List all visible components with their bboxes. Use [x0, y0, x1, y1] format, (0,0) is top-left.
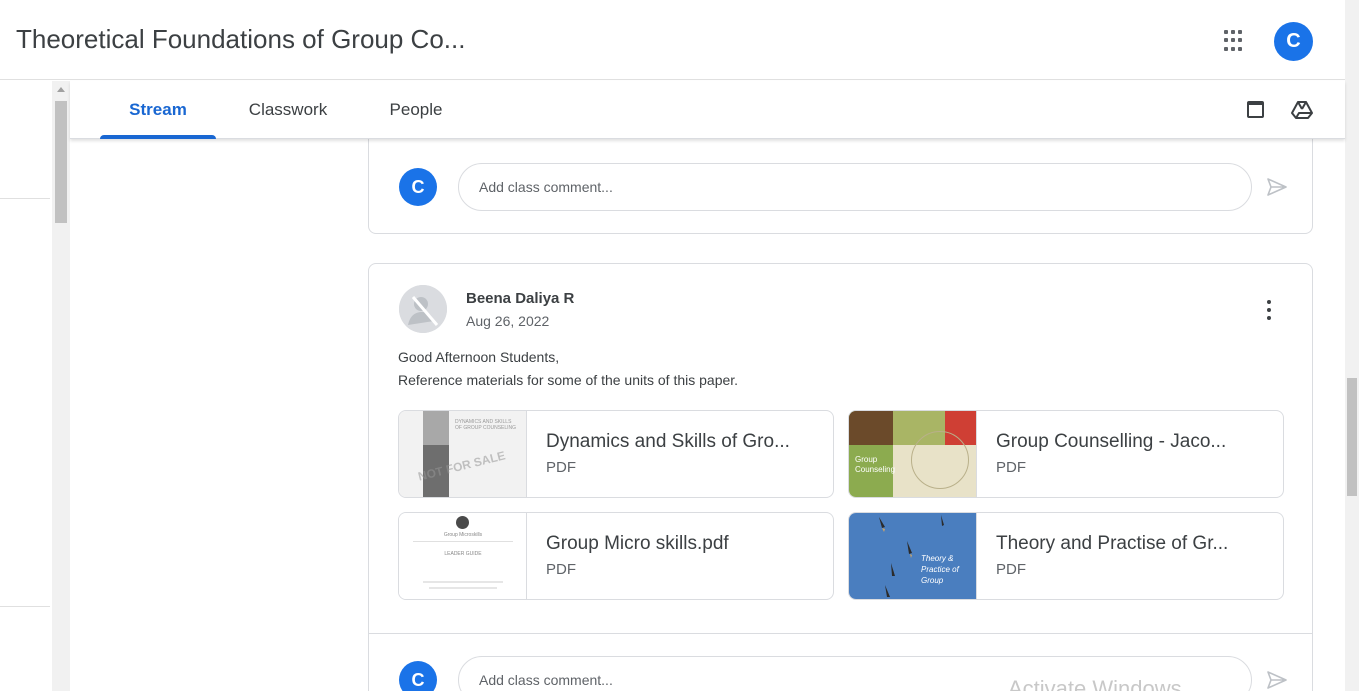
attachment-card[interactable]: Group Microskills LEADER GUIDE Group Mic… — [398, 512, 834, 600]
attachment-title: Theory and Practise of Gr... — [996, 533, 1229, 554]
cover-rule — [423, 581, 503, 583]
default-avatar-icon — [399, 285, 447, 333]
tab-people[interactable]: People — [370, 81, 462, 139]
tabs-bar: Stream Classwork People — [70, 81, 1345, 139]
activate-windows-watermark: Activate Windows — [1008, 676, 1182, 691]
author-avatar — [399, 285, 447, 333]
cover-title: DYNAMICS AND SKILLS OF GROUP COUNSELING — [455, 419, 517, 431]
attachment-card[interactable]: DYNAMICS AND SKILLS OF GROUP COUNSELING … — [398, 410, 834, 498]
cover-title: Group Microskills — [443, 532, 483, 538]
class-title[interactable]: Theoretical Foundations of Group Co... — [16, 24, 465, 55]
attachment-type: PDF — [546, 459, 576, 476]
cover-title: Group Counseling — [855, 455, 896, 474]
class-comment-input[interactable]: Add class comment... — [458, 163, 1252, 211]
left-scrollbar[interactable] — [52, 81, 70, 691]
app-header: Theoretical Foundations of Group Co... C — [0, 0, 1359, 80]
scroll-up-icon[interactable] — [57, 87, 65, 92]
commenter-avatar: C — [399, 168, 437, 206]
post-divider — [369, 633, 1312, 634]
cover-title: Theory & Practice of Group — [921, 554, 959, 585]
attachment-card[interactable]: Group Counseling Group Counselling - Jac… — [848, 410, 1284, 498]
account-avatar[interactable]: C — [1274, 22, 1313, 61]
attachment-title: Group Micro skills.pdf — [546, 533, 729, 554]
attachment-card[interactable]: Theory & Practice of Group Theory and Pr… — [848, 512, 1284, 600]
post-body-line: Good Afternoon Students, — [398, 349, 560, 365]
commenter-avatar: C — [399, 661, 437, 691]
cover-subtitle: LEADER GUIDE — [444, 551, 482, 557]
cover-rule — [413, 541, 513, 542]
attachment-thumbnail: Theory & Practice of Group — [849, 513, 977, 599]
scrollbar-thumb[interactable] — [1347, 378, 1357, 496]
post-date: Aug 26, 2022 — [466, 313, 550, 329]
attachment-type: PDF — [996, 561, 1026, 578]
cover-rule — [429, 587, 497, 589]
cover-band — [423, 411, 449, 445]
attachment-title: Group Counselling - Jaco... — [996, 431, 1227, 452]
attachment-thumbnail: Group Counseling — [849, 411, 977, 497]
attachment-thumbnail: DYNAMICS AND SKILLS OF GROUP COUNSELING … — [399, 411, 527, 497]
send-icon[interactable] — [1265, 175, 1289, 199]
rail-divider — [0, 198, 50, 199]
announcement-card: Beena Daliya R Aug 26, 2022 Good Afterno… — [368, 263, 1313, 691]
attachment-title: Dynamics and Skills of Gro... — [546, 431, 790, 452]
google-apps-icon[interactable] — [1224, 30, 1246, 52]
cover-circle — [911, 431, 969, 489]
tab-stream[interactable]: Stream — [100, 81, 216, 139]
drive-icon[interactable] — [1290, 98, 1314, 122]
more-options-icon[interactable] — [1257, 298, 1281, 322]
scrollbar-thumb[interactable] — [55, 101, 67, 223]
author-name[interactable]: Beena Daliya R — [466, 290, 574, 307]
tab-classwork[interactable]: Classwork — [230, 81, 346, 139]
rail-divider — [0, 606, 50, 607]
cover-emblem — [456, 516, 469, 529]
post-body: Good Afternoon Students, Reference mater… — [398, 346, 738, 392]
page-scrollbar[interactable] — [1345, 0, 1359, 691]
attachment-type: PDF — [546, 561, 576, 578]
cover-block — [849, 411, 893, 445]
attachment-type: PDF — [996, 459, 1026, 476]
send-icon[interactable] — [1265, 668, 1289, 691]
calendar-icon[interactable] — [1247, 101, 1264, 118]
attachment-thumbnail: Group Microskills LEADER GUIDE — [399, 513, 527, 599]
post-body-line: Reference materials for some of the unit… — [398, 372, 739, 388]
